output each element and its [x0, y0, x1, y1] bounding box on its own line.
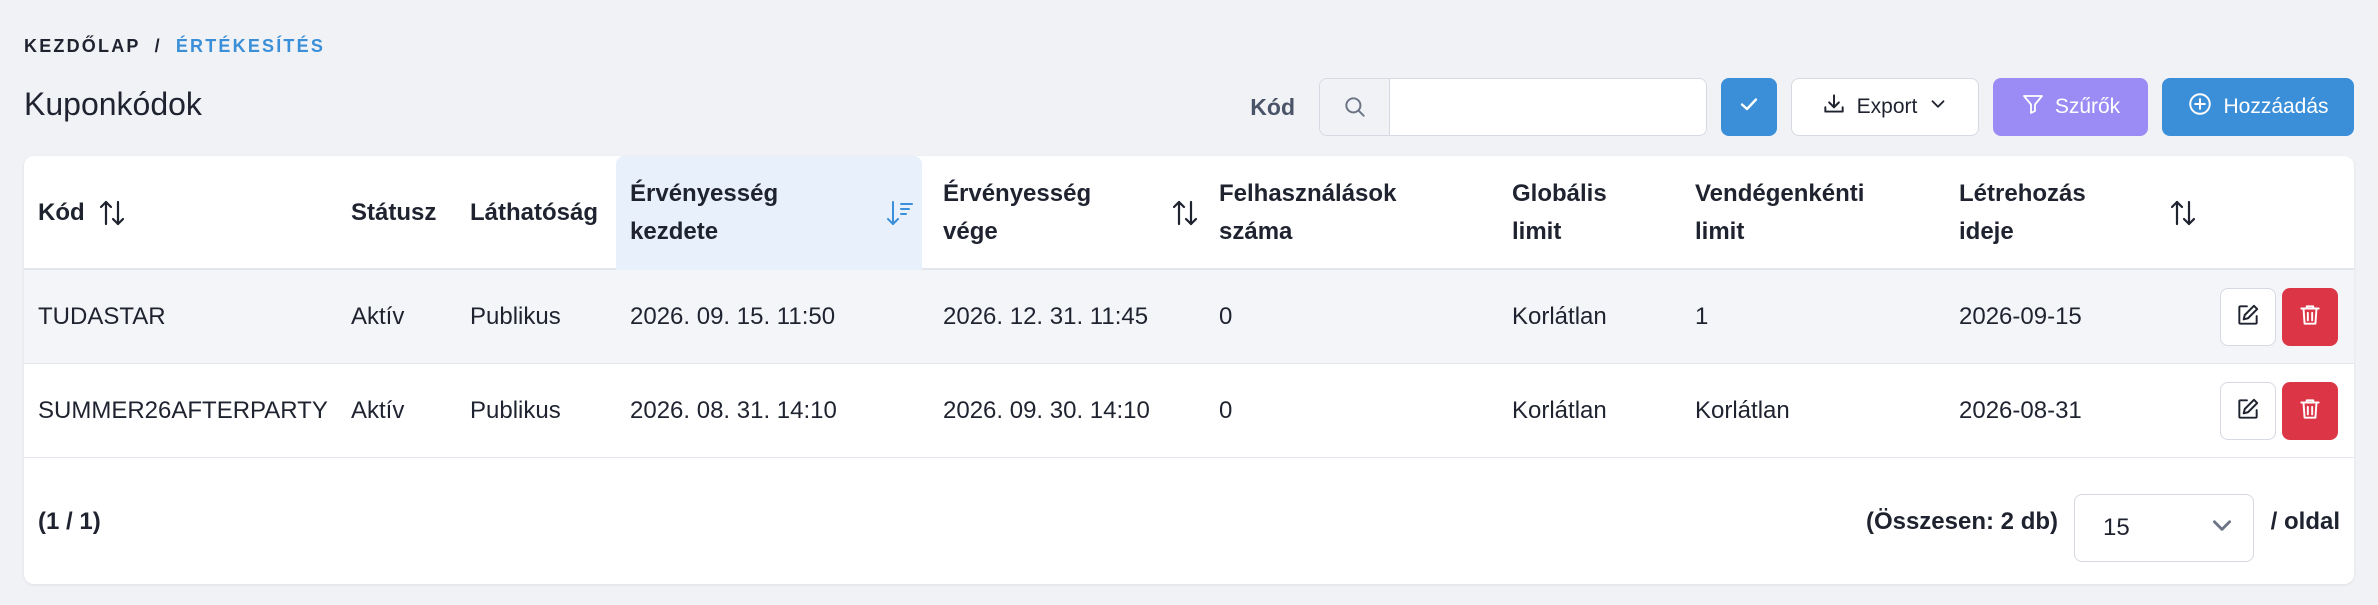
column-header-valid-from[interactable]: Érvényesség kezdete [616, 156, 922, 270]
cell-visibility: Publikus [470, 303, 561, 330]
filters-button[interactable]: Szűrők [1993, 78, 2148, 136]
cell-created: 2026-08-31 [1959, 397, 2082, 424]
plus-circle-icon [2187, 91, 2213, 123]
column-header-visibility: Láthatóság [470, 199, 599, 226]
cell-usage-count: 0 [1219, 397, 1233, 424]
apply-search-button[interactable] [1721, 78, 1777, 136]
check-icon [1737, 92, 1761, 122]
delete-button[interactable] [2282, 382, 2338, 440]
column-header-created[interactable]: Létrehozás ideje [1959, 156, 2219, 270]
sort-descending-icon[interactable] [886, 198, 914, 228]
breadcrumb-current[interactable]: ÉRTÉKESÍTÉS [176, 36, 325, 57]
sort-icon[interactable] [98, 198, 126, 228]
cell-guest-limit: 1 [1695, 303, 1709, 330]
trash-icon [2297, 302, 2323, 333]
sort-icon[interactable] [2169, 198, 2197, 228]
edit-button[interactable] [2220, 288, 2276, 346]
cell-guest-limit: Korlátlan [1695, 397, 1790, 424]
column-header-valid-to[interactable]: Érvényesség vége [943, 156, 1219, 270]
toolbar: Kód Export Szűrők Hozzáadás [1250, 78, 2354, 136]
code-search-label: Kód [1250, 93, 1295, 120]
cell-global-limit: Korlátlan [1512, 397, 1607, 424]
edit-icon [2235, 396, 2261, 427]
code-search-group [1319, 78, 1707, 136]
column-header-usage-count: Felhasználások száma [1219, 180, 1397, 245]
cell-valid-from: 2026. 09. 15. 11:50 [630, 303, 836, 330]
cell-valid-to: 2026. 09. 30. 14:10 [943, 397, 1150, 424]
breadcrumb: KEZDŐLAP / ÉRTÉKESÍTÉS [24, 36, 325, 57]
column-header-code[interactable]: Kód [38, 156, 338, 270]
breadcrumb-home-link[interactable]: KEZDŐLAP [24, 36, 141, 57]
edit-button[interactable] [2220, 382, 2276, 440]
column-header-guest-limit: Vendégenkénti limit [1695, 180, 1865, 245]
per-page-value: 15 [2103, 514, 2130, 541]
export-button[interactable]: Export [1791, 78, 1979, 136]
add-button[interactable]: Hozzáadás [2162, 78, 2354, 136]
search-icon [1320, 79, 1390, 135]
total-count: (Összesen: 2 db) [1865, 508, 2058, 535]
table-row: TUDASTAR Aktív Publikus 2026. 09. 15. 11… [24, 270, 2354, 364]
cell-global-limit: Korlátlan [1512, 303, 1607, 330]
cell-usage-count: 0 [1219, 303, 1233, 330]
delete-button[interactable] [2282, 288, 2338, 346]
cell-valid-to: 2026. 12. 31. 11:45 [943, 303, 1149, 330]
cell-valid-from: 2026. 08. 31. 14:10 [630, 397, 837, 424]
add-button-label: Hozzáadás [2223, 95, 2329, 118]
breadcrumb-separator: / [154, 36, 162, 56]
cell-created: 2026-09-15 [1959, 303, 2082, 330]
per-page-suffix: / oldal [2270, 508, 2340, 535]
trash-icon [2297, 396, 2323, 427]
per-page-select[interactable]: 15 [2074, 494, 2254, 562]
table-footer: (1 / 1) (Összesen: 2 db) 15 / oldal [24, 460, 2354, 584]
filters-button-label: Szűrők [2054, 95, 2121, 118]
chevron-down-icon [2209, 512, 2235, 545]
table-row: SUMMER26AFTERPARTY Aktív Publikus 2026. … [24, 364, 2354, 458]
coupon-table-card: Kód Státusz Láthatóság Érvényesség kezde… [24, 156, 2354, 584]
table-header: Kód Státusz Láthatóság Érvényesség kezde… [24, 156, 2354, 270]
code-search-input[interactable] [1390, 79, 1706, 135]
cell-visibility: Publikus [470, 397, 561, 424]
sort-icon[interactable] [1171, 198, 1199, 228]
filter-icon [2021, 92, 2045, 122]
page-info: (1 / 1) [38, 508, 101, 535]
column-header-global-limit: Globális limit [1512, 180, 1607, 245]
cell-code: TUDASTAR [38, 303, 166, 330]
export-button-label: Export [1856, 95, 1918, 118]
page-title: Kuponkódok [24, 86, 202, 122]
download-icon [1821, 91, 1847, 123]
column-header-status: Státusz [351, 199, 437, 226]
edit-icon [2235, 302, 2261, 333]
cell-status: Aktív [351, 397, 405, 424]
chevron-down-icon [1927, 93, 1949, 121]
cell-code: SUMMER26AFTERPARTY [38, 397, 328, 424]
cell-status: Aktív [351, 303, 405, 330]
